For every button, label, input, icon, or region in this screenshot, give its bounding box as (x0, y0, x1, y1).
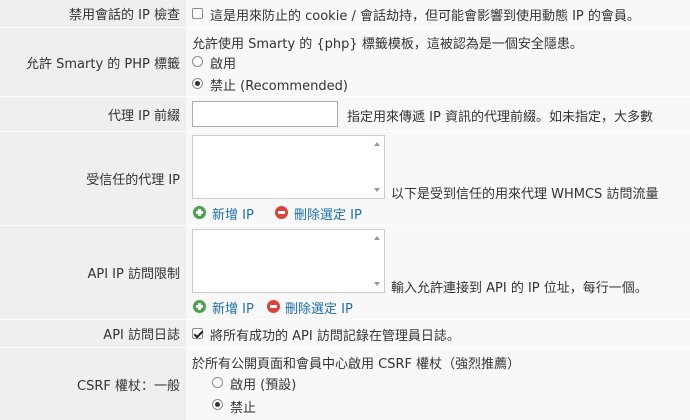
trusted-proxy-list[interactable] (192, 135, 385, 199)
trusted-proxy-field: 以下是受到信任的用來代理 WHMCS 訪問流量 新增 IP 刪除選定 IP (186, 132, 690, 225)
csrf-disable-label: 禁止 (230, 401, 257, 416)
csrf-enable-label: 啟用 (預設) (230, 378, 297, 393)
smarty-php-label: 允許 Smarty 的 PHP 標籤 (0, 28, 186, 96)
csrf-label: CSRF 權杖：一般 (0, 348, 186, 420)
trusted-proxy-remove-link[interactable]: 刪除選定 IP (294, 204, 362, 223)
proxy-prefix-input[interactable] (192, 101, 338, 127)
proxy-prefix-label: 代理 IP 前綴 (0, 97, 186, 131)
ip-check-checkbox[interactable] (192, 8, 203, 19)
row-api-log: API 訪問日誌 將所有成功的 API 訪問記錄在管理員日誌。 (0, 320, 690, 348)
csrf-disable-radio[interactable] (212, 399, 223, 410)
api-log-checkbox[interactable] (192, 328, 203, 339)
api-log-field: 將所有成功的 API 訪問記錄在管理員日誌。 (186, 320, 690, 347)
trusted-proxy-help: 以下是受到信任的用來代理 WHMCS 訪問流量 (391, 187, 659, 202)
row-trusted-proxy: 受信任的代理 IP 以下是受到信任的用來代理 WHMCS 訪問流量 新增 IP … (0, 132, 690, 226)
api-ip-help: 輸入允許連接到 API 的 IP 位址，每行一個。 (391, 281, 648, 296)
smarty-php-description: 允許使用 Smarty 的 {php} 標籤模板，這被認為是一個安全隱患。 (192, 37, 583, 52)
csrf-description: 於所有公開頁面和會員中心啟用 CSRF 權杖（強烈推薦） (192, 357, 521, 372)
scroll-up-icon[interactable] (374, 142, 380, 146)
api-ip-remove-link[interactable]: 刪除選定 IP (285, 298, 353, 317)
trusted-proxy-add-link[interactable]: 新增 IP (212, 204, 254, 223)
smarty-php-enable-label: 啟用 (210, 57, 237, 72)
trusted-proxy-scrollbar[interactable] (370, 136, 384, 198)
smarty-php-disable-label: 禁止 (Recommended) (210, 79, 348, 94)
scroll-up-icon[interactable] (374, 236, 380, 240)
csrf-enable-radio[interactable] (212, 377, 223, 388)
settings-table: 禁用會話的 IP 檢查 這是用來防止的 cookie / 會話劫持，但可能會影響… (0, 0, 690, 420)
remove-icon[interactable] (275, 206, 288, 219)
row-ip-check: 禁用會話的 IP 檢查 這是用來防止的 cookie / 會話劫持，但可能會影響… (0, 0, 690, 28)
api-ip-scrollbar[interactable] (370, 230, 384, 292)
row-smarty-php: 允許 Smarty 的 PHP 標籤 允許使用 Smarty 的 {php} 標… (0, 28, 690, 97)
api-ip-field: 輸入允許連接到 API 的 IP 位址，每行一個。 新增 IP 刪除選定 IP (186, 226, 690, 319)
add-icon[interactable] (193, 300, 206, 313)
api-log-text: 將所有成功的 API 訪問記錄在管理員日誌。 (210, 329, 460, 344)
proxy-prefix-help: 指定用來傳遞 IP 資訊的代理前綴。如未指定，大多數 (347, 110, 653, 125)
scroll-down-icon[interactable] (374, 282, 380, 286)
csrf-field: 於所有公開頁面和會員中心啟用 CSRF 權杖（強烈推薦） 啟用 (預設) 禁止 (186, 348, 690, 420)
row-api-ip: API IP 訪問限制 輸入允許連接到 API 的 IP 位址，每行一個。 新增… (0, 226, 690, 320)
api-ip-list[interactable] (192, 229, 385, 293)
scroll-down-icon[interactable] (374, 188, 380, 192)
api-log-label: API 訪問日誌 (0, 320, 186, 347)
smarty-php-enable-radio[interactable] (192, 56, 203, 67)
trusted-proxy-label: 受信任的代理 IP (0, 132, 186, 225)
row-csrf: CSRF 權杖：一般 於所有公開頁面和會員中心啟用 CSRF 權杖（強烈推薦） … (0, 348, 690, 420)
row-proxy-prefix: 代理 IP 前綴 指定用來傳遞 IP 資訊的代理前綴。如未指定，大多數 (0, 97, 690, 132)
smarty-php-field: 允許使用 Smarty 的 {php} 標籤模板，這被認為是一個安全隱患。 啟用… (186, 28, 690, 96)
api-ip-label: API IP 訪問限制 (0, 226, 186, 319)
ip-check-label: 禁用會話的 IP 檢查 (0, 0, 186, 27)
remove-icon[interactable] (267, 300, 280, 313)
smarty-php-disable-radio[interactable] (192, 78, 203, 89)
api-ip-add-link[interactable]: 新增 IP (212, 298, 254, 317)
proxy-prefix-field: 指定用來傳遞 IP 資訊的代理前綴。如未指定，大多數 (186, 97, 690, 131)
add-icon[interactable] (193, 206, 206, 219)
ip-check-field: 這是用來防止的 cookie / 會話劫持，但可能會影響到使用動態 IP 的會員… (186, 0, 690, 27)
ip-check-text: 這是用來防止的 cookie / 會話劫持，但可能會影響到使用動態 IP 的會員… (210, 9, 640, 24)
